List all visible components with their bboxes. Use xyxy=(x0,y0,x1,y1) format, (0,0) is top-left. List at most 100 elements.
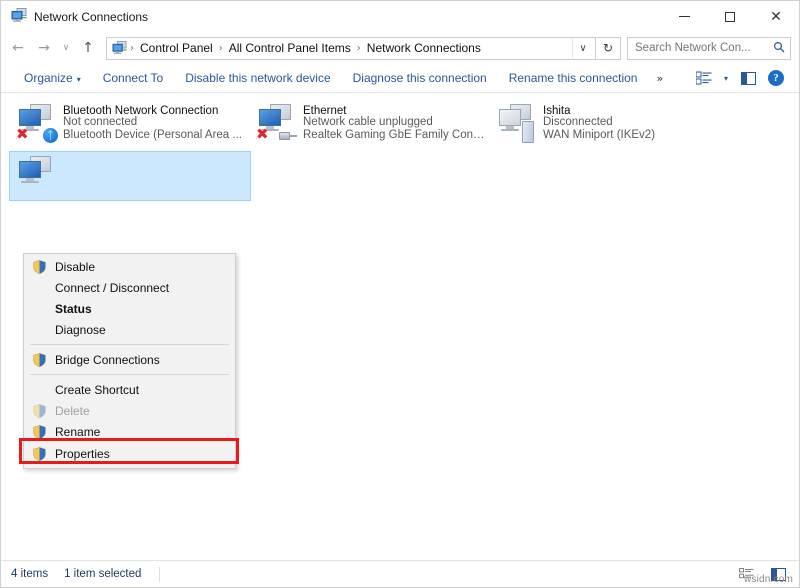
status-view-buttons xyxy=(733,563,791,585)
chevron-down-icon: ∨ xyxy=(62,43,70,53)
breadcrumb-item-all-control-panel-items[interactable]: All Control Panel Items xyxy=(225,39,355,57)
context-menu-label: Properties xyxy=(55,447,110,461)
toolbar-disable-device-button[interactable]: Disable this network device xyxy=(174,67,341,89)
vpn-adapter-icon xyxy=(495,103,539,143)
context-menu-item-disable[interactable]: Disable xyxy=(24,256,235,277)
help-icon: ? xyxy=(768,70,784,86)
context-menu-label: Disable xyxy=(55,259,96,274)
status-item-count: 4 items xyxy=(11,568,49,580)
list-item[interactable]: ✖ Ethernet Network cable unplugged Realt… xyxy=(249,99,489,149)
breadcrumb: › Control Panel › All Control Panel Item… xyxy=(129,39,572,57)
refresh-icon: ↻ xyxy=(602,41,614,55)
context-menu-item-rename[interactable]: Rename xyxy=(24,421,235,442)
monitor-base-shape xyxy=(21,181,39,183)
forward-button[interactable]: → xyxy=(31,35,57,61)
context-menu-item-delete: Delete xyxy=(24,400,235,421)
toolbar-organize-button[interactable]: Organize ▾ xyxy=(13,67,92,89)
monitor-base-shape xyxy=(501,129,519,131)
chevron-down-icon: ▾ xyxy=(76,75,81,84)
context-menu-item-status[interactable]: Status xyxy=(24,298,235,319)
back-arrow-icon: ← xyxy=(12,40,24,56)
toolbar-organize-label: Organize xyxy=(24,71,73,85)
toolbar-overflow-button[interactable]: » xyxy=(648,68,671,89)
toolbar-rename-connection-button[interactable]: Rename this connection xyxy=(498,67,649,89)
ethernet-adapter-icon: ✖ xyxy=(255,103,299,143)
bluetooth-adapter-icon: ✖ ᛏ xyxy=(15,103,59,143)
close-button[interactable]: ✕ xyxy=(753,1,799,32)
address-dropdown-button[interactable]: ∨ xyxy=(572,38,593,58)
context-menu-item-create-shortcut[interactable]: Create Shortcut xyxy=(24,379,235,400)
minimize-button[interactable] xyxy=(661,1,707,32)
bluetooth-icon: ᛏ xyxy=(43,128,58,143)
status-selection-count: 1 item selected xyxy=(64,568,142,580)
breadcrumb-item-control-panel[interactable]: Control Panel xyxy=(136,39,217,57)
search-input[interactable]: Search Network Con... xyxy=(635,42,773,54)
context-menu-item-connect-disconnect[interactable]: Connect / Disconnect xyxy=(24,277,235,298)
context-menu-label: Rename xyxy=(55,424,101,439)
explorer-window: Network Connections ✕ ← → ∨ ↑ › Control … xyxy=(0,0,800,588)
large-icons-view-button[interactable] xyxy=(765,563,791,585)
connection-device: Bluetooth Device (Personal Area ... xyxy=(63,129,242,141)
breadcrumb-separator: › xyxy=(356,42,361,54)
address-bar-row: ← → ∨ ↑ › Control Panel › All Control Pa… xyxy=(1,32,799,64)
maximize-button[interactable] xyxy=(707,1,753,32)
monitor-front-shape xyxy=(19,161,41,178)
title-bar-left: Network Connections xyxy=(1,7,148,26)
list-item-text: Ishita Disconnected WAN Miniport (IKEv2) xyxy=(543,103,655,141)
details-view-button[interactable] xyxy=(733,563,759,585)
context-menu-item-diagnose[interactable]: Diagnose xyxy=(24,319,235,340)
error-x-icon: ✖ xyxy=(16,125,29,143)
command-toolbar: Organize ▾ Connect To Disable this networ… xyxy=(1,64,799,93)
back-button[interactable]: ← xyxy=(5,35,31,61)
breadcrumb-separator: › xyxy=(218,42,223,54)
context-menu-label: Connect / Disconnect xyxy=(55,280,170,295)
address-bar[interactable]: › Control Panel › All Control Panel Item… xyxy=(106,36,596,60)
monitor-front-shape xyxy=(499,109,521,126)
refresh-button[interactable]: ↻ xyxy=(596,36,621,60)
breadcrumb-root-icon xyxy=(112,41,127,55)
breadcrumb-item-network-connections[interactable]: Network Connections xyxy=(363,39,485,57)
connection-status: Network cable unplugged xyxy=(303,116,433,128)
context-menu-separator xyxy=(30,374,229,375)
details-view-icon xyxy=(738,567,753,578)
preview-pane-icon xyxy=(740,71,756,85)
list-item[interactable]: ✖ ᛏ Bluetooth Network Connection Not con… xyxy=(9,99,249,149)
list-item-text: Ethernet Network cable unplugged Realtek… xyxy=(303,103,485,141)
chevron-down-icon: ∨ xyxy=(579,42,587,54)
context-menu-label: Create Shortcut xyxy=(55,382,140,397)
context-menu-item-properties[interactable]: Properties xyxy=(24,442,235,466)
status-bar: 4 items 1 item selected wsidn.com xyxy=(1,560,799,587)
up-button[interactable]: ↑ xyxy=(75,35,101,61)
list-item[interactable]: Ishita Disconnected WAN Miniport (IKEv2) xyxy=(489,99,729,149)
maximize-icon xyxy=(725,11,735,22)
up-arrow-icon: ↑ xyxy=(82,40,94,56)
shield-icon xyxy=(28,424,50,439)
recent-locations-button[interactable]: ∨ xyxy=(57,35,75,61)
search-box[interactable]: Search Network Con... xyxy=(627,36,791,60)
list-item-text: Bluetooth Network Connection Not connect… xyxy=(63,103,242,141)
search-icon xyxy=(773,41,785,56)
connection-status: Disconnected xyxy=(543,116,613,128)
help-button[interactable]: ? xyxy=(763,67,789,89)
shield-icon xyxy=(28,403,50,418)
breadcrumb-separator: › xyxy=(130,42,134,54)
connection-device: WAN Miniport (IKEv2) xyxy=(543,129,656,141)
connection-status: Not connected xyxy=(63,116,138,128)
view-options-button[interactable] xyxy=(691,67,717,89)
view-options-dropdown-button[interactable]: ▾ xyxy=(719,67,733,89)
toolbar-diagnose-connection-button[interactable]: Diagnose this connection xyxy=(342,67,498,89)
large-icons-view-icon xyxy=(770,567,786,581)
shield-icon xyxy=(28,352,50,367)
preview-pane-button[interactable] xyxy=(735,67,761,89)
toolbar-connect-to-button[interactable]: Connect To xyxy=(92,67,175,89)
title-bar: Network Connections ✕ xyxy=(1,1,799,32)
chevron-down-icon: ▾ xyxy=(723,73,728,83)
list-item-selected[interactable] xyxy=(9,151,251,201)
network-connections-icon xyxy=(11,7,27,26)
ethernet-plug-icon xyxy=(279,130,297,141)
file-list-area[interactable]: ✖ ᛏ Bluetooth Network Connection Not con… xyxy=(1,93,799,558)
connection-tiles: ✖ ᛏ Bluetooth Network Connection Not con… xyxy=(1,93,799,149)
toolbar-right-group: ▾ ? xyxy=(691,67,799,89)
context-menu: Disable Connect / Disconnect Status Diag… xyxy=(23,253,236,469)
context-menu-item-bridge-connections[interactable]: Bridge Connections xyxy=(24,349,235,370)
